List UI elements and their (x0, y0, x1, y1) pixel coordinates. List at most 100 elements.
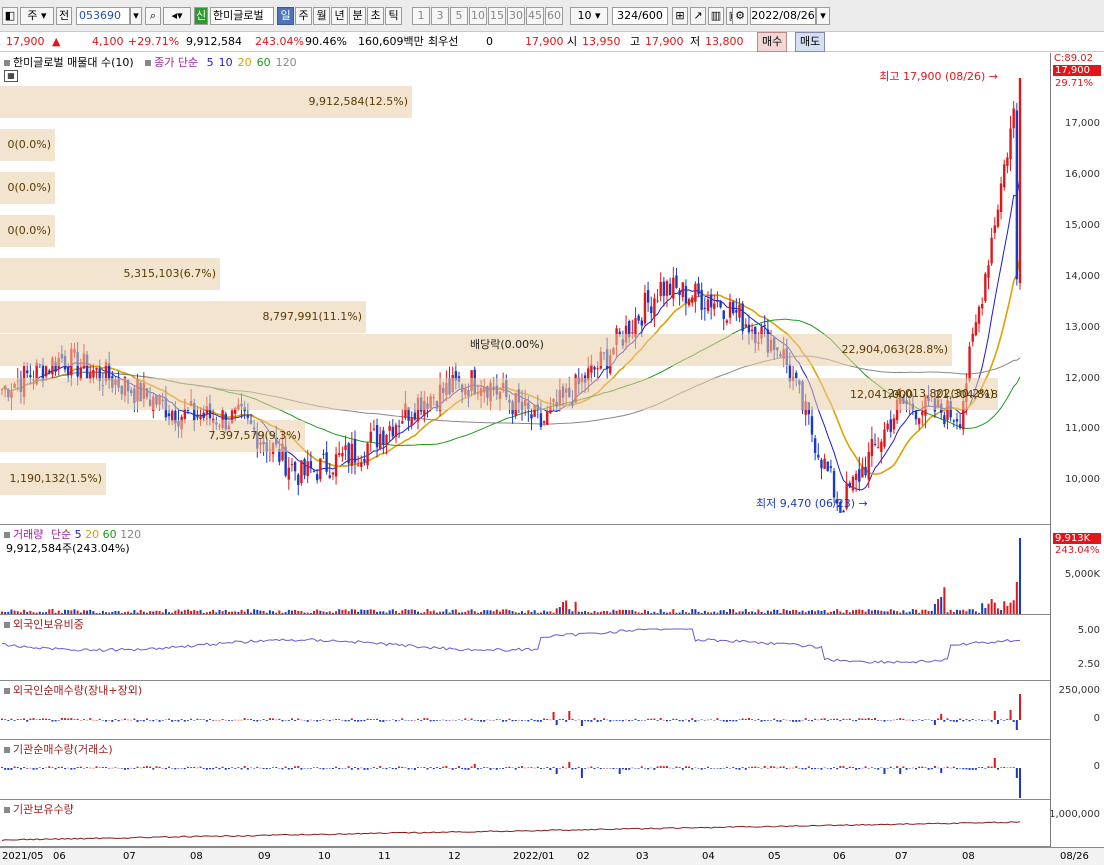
net-bar (990, 720, 993, 722)
volume-bar (618, 609, 621, 614)
net-bar (473, 720, 476, 721)
calendar-icon[interactable]: ▾ (816, 7, 830, 25)
net-bar (426, 768, 429, 770)
net-bar (357, 768, 360, 770)
tab-5[interactable]: 초 (367, 7, 384, 25)
inst-hold-pane[interactable]: 기관보유수량 (0, 800, 1050, 847)
net-bar (634, 768, 637, 769)
volume-bar (13, 610, 16, 614)
period-select[interactable]: 주 ▾ (20, 7, 54, 25)
up-arrow-icon: ▲ (52, 35, 61, 48)
volume-bar (974, 611, 977, 614)
interval-60[interactable]: 60 (545, 7, 563, 25)
bar-count[interactable]: 324/600 (612, 7, 668, 25)
volume-bar (369, 609, 372, 614)
net-bar (489, 768, 492, 770)
net-bar (284, 720, 287, 721)
net-bar (328, 720, 331, 722)
stock-code-input[interactable]: 053690 (76, 7, 130, 25)
net-bar (404, 720, 407, 721)
volume-bar (120, 612, 123, 614)
candle (987, 265, 990, 278)
tab-0[interactable]: 일 (277, 7, 294, 25)
net-bar (1009, 710, 1012, 720)
net-bar (272, 767, 275, 768)
net-bar (407, 720, 410, 721)
volume-bar (981, 603, 984, 614)
draw-icon[interactable]: ↗ (690, 7, 706, 25)
search-icon[interactable]: ⌕ (145, 7, 161, 25)
net-bar (867, 768, 870, 769)
price-tick: 12,000 (1065, 372, 1100, 384)
code-dropdown-icon[interactable]: ▾ (130, 7, 142, 25)
sound-icon[interactable]: ◂▾ (163, 7, 191, 25)
candle (662, 281, 666, 296)
net-bar (672, 718, 675, 720)
net-bar (700, 768, 703, 770)
candle (312, 470, 316, 472)
chart-layout-icon[interactable]: ◧ (2, 7, 18, 25)
net-bar (971, 768, 974, 770)
x-axis-label: 04 (702, 851, 715, 862)
net-bar (476, 720, 479, 721)
interval-value[interactable]: 10 ▾ (570, 7, 608, 25)
interval-3[interactable]: 3 (431, 7, 449, 25)
interval-10[interactable]: 10 (469, 7, 487, 25)
interval-45[interactable]: 45 (526, 7, 544, 25)
tab-1[interactable]: 주 (295, 7, 312, 25)
net-bar (231, 767, 234, 768)
volume-bar (142, 611, 145, 614)
net-bar (391, 719, 394, 720)
layout-icon[interactable]: ▥ (708, 7, 724, 25)
candle (974, 322, 978, 336)
foreign-hold-pane[interactable]: 외국인보유비중 (0, 615, 1050, 681)
net-bar (105, 720, 108, 722)
net-bar (350, 718, 353, 720)
foreign-net-pane[interactable]: 외국인순매수량(장내+장외) (0, 681, 1050, 740)
volume-bar (902, 610, 905, 614)
net-bar (514, 768, 517, 770)
tab-2[interactable]: 월 (313, 7, 330, 25)
candle (542, 421, 546, 423)
net-bar (710, 768, 713, 769)
net-bar (404, 767, 407, 768)
net-bar (127, 719, 130, 721)
volume-bar (861, 609, 864, 614)
net-bar (886, 720, 889, 721)
stock-name: 한미글로벌 (210, 7, 274, 25)
sell-button[interactable]: 매도 (795, 32, 826, 52)
volume-bar (45, 612, 48, 614)
tab-6[interactable]: 틱 (385, 7, 402, 25)
volume-bar (855, 609, 858, 614)
tab-3[interactable]: 년 (331, 7, 348, 25)
candle (889, 419, 892, 432)
net-bar (823, 767, 826, 769)
volume-bar (417, 611, 420, 614)
candle (287, 467, 291, 480)
net-bar (505, 720, 508, 722)
net-bar (495, 768, 498, 770)
net-bar (543, 718, 546, 720)
volume-pane[interactable]: 거래량 단순 5 20 60 120 9,912,584주(243.04%) (0, 525, 1050, 615)
prev-button[interactable]: 전 (56, 7, 72, 25)
volume-bar (817, 610, 820, 614)
net-bar (826, 768, 829, 769)
volume-bar (940, 596, 943, 614)
interval-5[interactable]: 5 (450, 7, 468, 25)
indicator-line (1, 821, 1021, 842)
interval-1[interactable]: 1 (412, 7, 430, 25)
net-bar (429, 720, 432, 722)
crosshair-icon[interactable]: ⊞ (672, 7, 688, 25)
interval-15[interactable]: 15 (488, 7, 506, 25)
interval-30[interactable]: 30 (507, 7, 525, 25)
net-bar (237, 719, 240, 721)
axis-volume-tag: 9,913K (1053, 533, 1101, 544)
price-pane[interactable]: 한미글로벌 매물대 수(10) 종가 단순 5 10 20 60 120 ▦ 9,912… (0, 53, 1050, 525)
inst-net-pane[interactable]: 기관순매수량(거래소) (0, 740, 1050, 800)
tab-4[interactable]: 분 (349, 7, 366, 25)
net-bar (372, 766, 375, 768)
gear-icon[interactable]: ⚙ (732, 7, 748, 25)
buy-button[interactable]: 매수 (757, 32, 788, 52)
candle (829, 466, 833, 469)
date-input[interactable]: 2022/08/26 (750, 7, 816, 25)
